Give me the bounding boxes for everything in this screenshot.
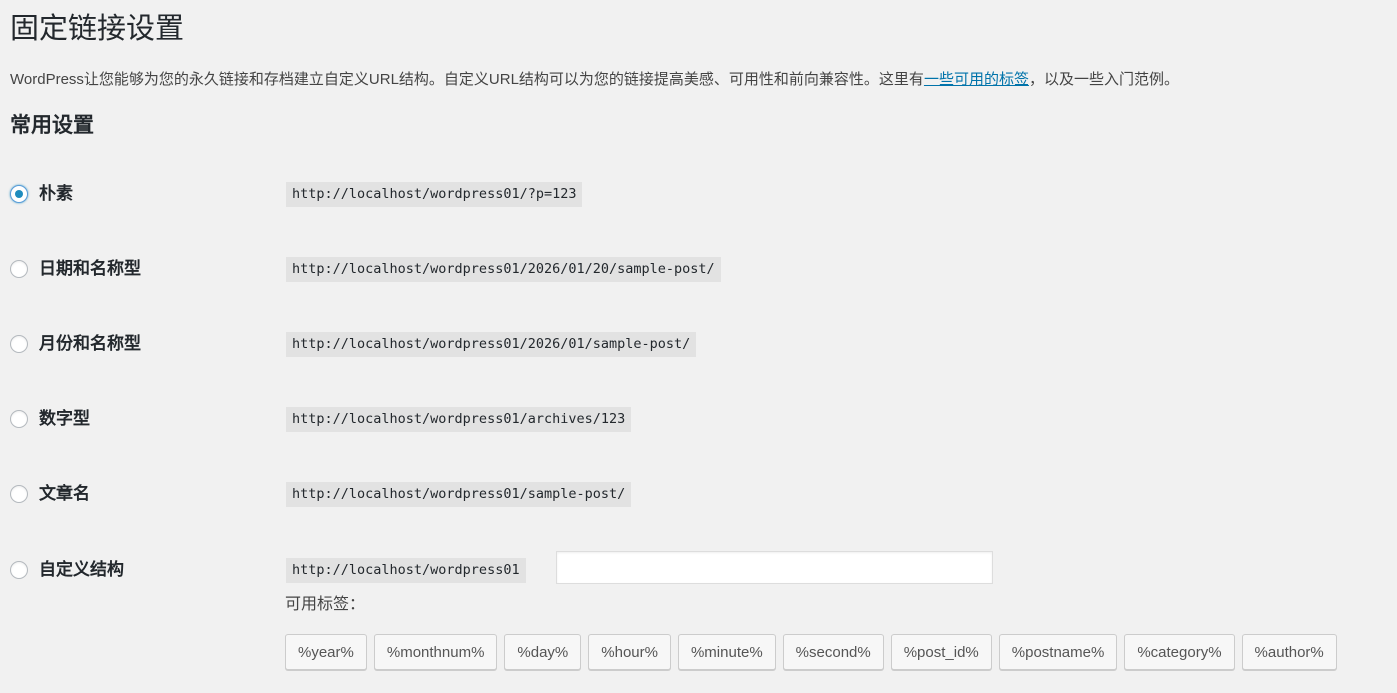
tag-button-category[interactable]: %category% <box>1124 634 1235 670</box>
option-url-month-name: http://localhost/wordpress01/2026/01/sam… <box>286 332 697 357</box>
radio-day-name[interactable] <box>10 260 28 278</box>
custom-structure-input[interactable] <box>556 551 993 584</box>
tag-button-postname[interactable]: %postname% <box>998 634 1118 670</box>
option-label-day-name[interactable]: 日期和名称型 <box>39 258 141 280</box>
intro-text: WordPress让您能够为您的永久链接和存档建立自定义URL结构。自定义URL… <box>10 70 1179 90</box>
radio-post-name[interactable] <box>10 485 28 503</box>
option-url-day-name: http://localhost/wordpress01/2026/01/20/… <box>286 257 721 282</box>
page-title: 固定链接设置 <box>10 13 185 45</box>
tag-button-author[interactable]: %author% <box>1241 634 1337 670</box>
intro-text-after: ，以及一些入门范例。 <box>1028 71 1179 88</box>
radio-plain[interactable] <box>10 185 28 203</box>
radio-custom[interactable] <box>10 561 28 579</box>
option-row-day-name: 日期和名称型 http://localhost/wordpress01/2026… <box>0 255 1397 285</box>
tag-button-day[interactable]: %day% <box>504 634 582 670</box>
tag-button-minute[interactable]: %minute% <box>677 634 776 670</box>
option-url-custom-base: http://localhost/wordpress01 <box>286 558 526 583</box>
option-label-plain[interactable]: 朴素 <box>39 183 73 205</box>
option-label-month-name[interactable]: 月份和名称型 <box>39 333 141 355</box>
available-tags-list: %year% %monthnum% %day% %hour% %minute% … <box>285 634 1337 670</box>
option-label-post-name[interactable]: 文章名 <box>39 483 90 505</box>
radio-month-name[interactable] <box>10 335 28 353</box>
option-row-month-name: 月份和名称型 http://localhost/wordpress01/2026… <box>0 330 1397 360</box>
option-label-numeric[interactable]: 数字型 <box>39 408 90 430</box>
option-row-plain: 朴素 http://localhost/wordpress01/?p=123 <box>0 180 1397 210</box>
option-url-plain: http://localhost/wordpress01/?p=123 <box>286 182 583 207</box>
option-url-numeric: http://localhost/wordpress01/archives/12… <box>286 407 632 432</box>
section-title: 常用设置 <box>10 114 94 137</box>
option-row-numeric: 数字型 http://localhost/wordpress01/archive… <box>0 405 1397 435</box>
intro-text-before: WordPress让您能够为您的永久链接和存档建立自定义URL结构。自定义URL… <box>10 71 924 88</box>
tag-button-monthnum[interactable]: %monthnum% <box>373 634 498 670</box>
option-label-custom[interactable]: 自定义结构 <box>39 559 124 581</box>
available-tags-label: 可用标签： <box>285 596 366 613</box>
tag-button-hour[interactable]: %hour% <box>588 634 671 670</box>
option-row-post-name: 文章名 http://localhost/wordpress01/sample-… <box>0 480 1397 510</box>
tag-button-year[interactable]: %year% <box>285 634 367 670</box>
radio-numeric[interactable] <box>10 410 28 428</box>
option-url-post-name: http://localhost/wordpress01/sample-post… <box>286 482 632 507</box>
tag-button-post-id[interactable]: %post_id% <box>890 634 992 670</box>
available-tags-link[interactable]: 一些可用的标签 <box>924 71 1029 88</box>
tag-button-second[interactable]: %second% <box>782 634 884 670</box>
